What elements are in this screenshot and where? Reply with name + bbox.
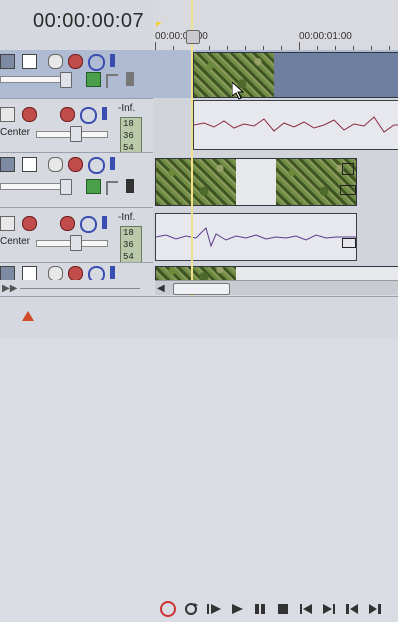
event-fx-icon[interactable] [342,238,356,248]
composite-mode-icon[interactable] [0,266,15,281]
track-fx-gear-icon[interactable] [68,266,83,281]
mute-icon[interactable] [88,54,105,71]
track-fx-gear-icon[interactable] [68,157,83,172]
go-to-end-button[interactable] [321,601,337,617]
audio-gear-icon[interactable] [22,216,37,231]
audio-fx-icon[interactable] [0,107,15,122]
track-header-audio-2[interactable]: -Inf. Center 18 36 54 [0,207,153,270]
audio-fx-icon[interactable] [0,216,15,231]
track-motion-icon[interactable] [22,157,37,172]
stop-button[interactable] [275,601,291,617]
timecode-display: 00:00:00:07 [33,10,145,32]
previous-frame-button[interactable] [344,601,360,617]
scroll-thumb[interactable] [173,283,230,295]
event-fx-icon[interactable] [340,185,356,195]
mute-icon[interactable] [88,157,105,174]
level-label: -Inf. [118,103,136,114]
track-header-video-1[interactable] [0,50,153,98]
fast-forward-icon[interactable]: ▶▶ [2,283,17,294]
video-lane-1[interactable] [153,50,398,98]
opacity-fader-knob[interactable] [60,72,72,88]
expand-arrow-icon[interactable] [106,181,118,195]
go-to-start-button[interactable] [298,601,314,617]
solo-icon[interactable] [110,157,115,170]
fx-chain-icon[interactable] [48,54,63,69]
level-label: -Inf. [118,212,136,223]
pan-fader-knob[interactable] [70,235,82,251]
playhead[interactable] [191,0,193,296]
mute-icon[interactable] [80,107,97,124]
opacity-fader-knob[interactable] [60,179,72,195]
waveform [156,227,356,248]
video-clip-1[interactable] [193,52,398,98]
track-height-slider[interactable] [20,288,140,289]
pan-label: Center [0,127,31,138]
collapse-arrow-icon[interactable] [126,72,134,86]
fx-chain-icon[interactable] [48,266,63,281]
marker-flag-icon [156,22,162,27]
audio-clip-1[interactable] [193,100,398,150]
track-fx-gear-icon[interactable] [60,216,75,231]
audio-gear-icon[interactable] [22,107,37,122]
next-frame-button[interactable] [367,601,383,617]
video-lane-3[interactable] [153,262,398,281]
warning-triangle-icon [22,311,34,321]
video-lane-2[interactable] [153,152,398,207]
solo-icon[interactable] [102,107,107,120]
audio-clip-2[interactable] [155,213,357,261]
track-header-video-2[interactable] [0,152,153,208]
collapse-arrow-icon[interactable] [126,179,134,193]
track-list-scroll-area[interactable]: ▶▶ [0,280,153,296]
track-header-audio-1[interactable]: -Inf. Center 18 36 54 [0,98,153,161]
audio-lane-1[interactable] [153,98,398,152]
composite-mode-icon[interactable] [0,157,15,172]
solo-icon[interactable] [102,216,107,229]
solo-icon[interactable] [110,54,115,67]
audio-lane-2[interactable] [153,207,398,262]
track-motion-icon[interactable] [22,266,37,281]
play-from-start-button[interactable] [206,601,222,617]
composite-mode-icon[interactable] [0,54,15,69]
scroll-left-icon[interactable]: ◀ [157,283,165,294]
track-motion-icon[interactable] [22,54,37,69]
record-button[interactable] [160,601,176,617]
expand-arrow-icon[interactable] [106,74,118,88]
clip-thumbnail [156,159,236,205]
solo-icon[interactable] [110,266,115,279]
play-button[interactable] [229,601,245,617]
waveform [194,116,398,133]
video-clip-2[interactable] [155,158,357,206]
timecode-panel: 00:00:00:07 [0,0,153,50]
timeline-area[interactable] [153,50,398,281]
timeline-scrollbar[interactable]: ◀ [155,280,398,295]
mute-icon[interactable] [80,216,97,233]
pause-button[interactable] [252,601,268,617]
crop-icon[interactable] [342,163,354,175]
track-fx-gear-icon[interactable] [68,54,83,69]
pan-fader-knob[interactable] [70,126,82,142]
transport-bar [0,296,398,617]
pan-crop-icon[interactable] [86,179,101,194]
mouse-cursor-icon [231,80,245,105]
playhead-handle[interactable] [186,30,200,44]
pan-label: Center [0,236,31,247]
loop-button[interactable] [183,601,199,617]
ruler-label-end: 00:00:01:00 [299,31,352,42]
track-fx-gear-icon[interactable] [60,107,75,122]
track-header-partial[interactable] [0,262,153,283]
fx-chain-icon[interactable] [48,157,63,172]
clip-thumbnail [156,267,236,281]
pan-crop-icon[interactable] [86,72,101,87]
